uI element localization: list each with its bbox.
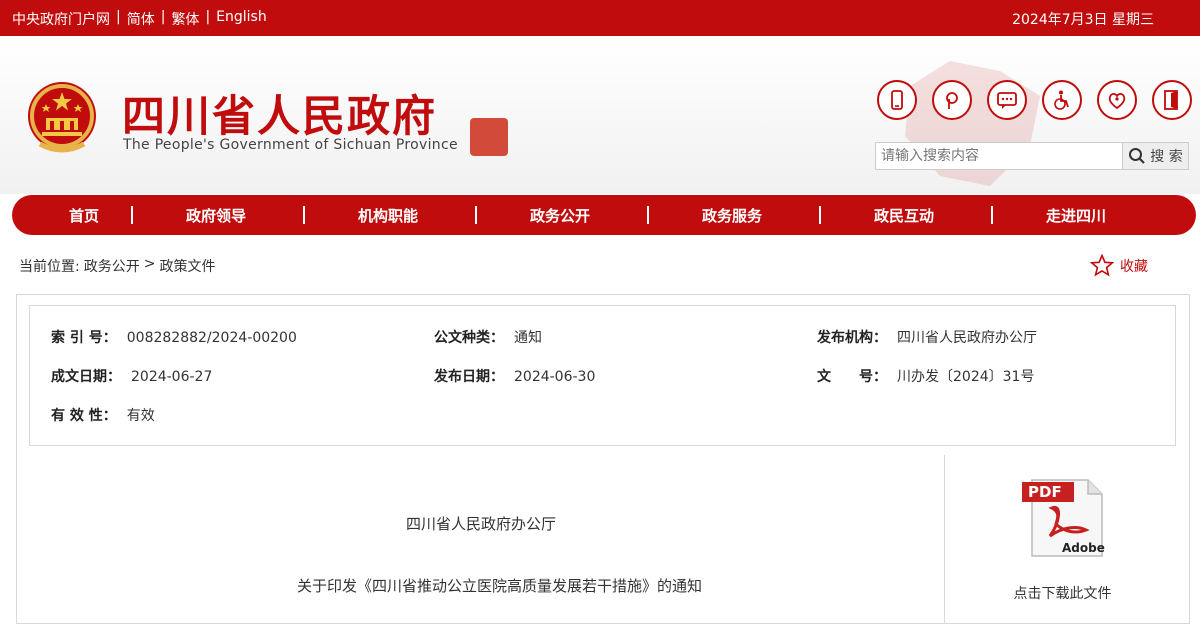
traditional-link[interactable]: 繁体: [171, 9, 199, 29]
meta-value: 通知: [514, 330, 542, 346]
document-metadata: 索 引 号： 008282882/2024-00200 公文种类： 通知 发布机构：…: [29, 305, 1176, 446]
top-bar: 中央政府门户网 | 简体 | 繁体 | English 2024年7月3日 星期…: [0, 0, 1200, 36]
sichuan-map-watermark: [905, 61, 1040, 186]
meta-value: 2024-06-27: [131, 369, 213, 385]
exit-door-icon[interactable]: [1152, 80, 1192, 120]
document-issuer: 四川省人民政府办公厅: [405, 515, 556, 533]
elderly-care-icon[interactable]: [1097, 80, 1137, 120]
meta-label: 有 效 性：: [51, 408, 117, 424]
nav-divider: [475, 206, 477, 224]
nav-interaction[interactable]: 政民互动: [874, 205, 934, 226]
meta-index-no: 索 引 号： 008282882/2024-00200: [51, 327, 297, 347]
search-input[interactable]: [876, 143, 1122, 169]
content-area: 索 引 号： 008282882/2024-00200 公文种类： 通知 发布机构：…: [16, 294, 1190, 624]
nav-divider: [819, 206, 821, 224]
meta-value: 有效: [126, 408, 155, 424]
nav-about-sichuan[interactable]: 走进四川: [1046, 205, 1106, 226]
breadcrumb-policy-docs[interactable]: 政策文件: [159, 256, 215, 276]
seal-stamp-icon: [470, 118, 508, 156]
meta-publisher: 发布机构： 四川省人民政府办公厅: [817, 327, 1037, 347]
pdf-label: PDF: [1028, 483, 1062, 501]
favorite-label: 收藏: [1120, 258, 1148, 275]
message-icon[interactable]: [987, 80, 1027, 120]
nav-divider: [131, 206, 133, 224]
search-icon: [1129, 148, 1146, 164]
nav-leaders[interactable]: 政府领导: [186, 205, 246, 226]
meta-label: 发布机构：: [817, 330, 887, 346]
simplified-link[interactable]: 简体: [127, 9, 155, 29]
nav-divider: [303, 206, 305, 224]
nav-gov-affairs[interactable]: 政务公开: [530, 205, 590, 226]
toolbar-icons: [877, 80, 1192, 120]
breadcrumb-prefix: 当前位置:: [19, 259, 80, 275]
current-date: 2024年7月3日 星期三: [1012, 12, 1154, 28]
document-title: 关于印发《四川省推动公立医院高质量发展若干措施》的通知: [296, 577, 702, 595]
pdf-file-icon[interactable]: PDF Adobe: [1022, 478, 1106, 558]
nav-services[interactable]: 政务服务: [702, 205, 762, 226]
meta-label: 索 引 号：: [51, 330, 117, 346]
meta-label: 成文日期：: [51, 369, 121, 385]
download-panel: PDF Adobe 点击下载此文件: [946, 455, 1189, 624]
nav-institutions[interactable]: 机构职能: [358, 205, 418, 226]
site-title[interactable]: 四川省人民政府: [122, 82, 437, 144]
search-button-label: 搜 索: [1150, 149, 1183, 165]
weibo-icon[interactable]: [932, 80, 972, 120]
separator: |: [116, 9, 121, 25]
meta-value: 008282882/2024-00200: [126, 330, 297, 346]
breadcrumb: 当前位置: 政务公开 > 政策文件: [19, 256, 215, 276]
breadcrumb-gov-affairs[interactable]: 政务公开: [84, 256, 140, 276]
nav-divider: [647, 206, 649, 224]
meta-value: 四川省人民政府办公厅: [897, 330, 1037, 346]
search-box: 搜 索: [875, 142, 1189, 170]
meta-label: 公文种类：: [434, 330, 504, 346]
meta-published-date: 发布日期： 2024-06-30: [434, 366, 595, 386]
site-header: 四川省人民政府 The People's Government of Sichu…: [0, 36, 1200, 194]
mobile-icon[interactable]: [877, 80, 917, 120]
main-nav: 首页 政府领导 机构职能 政务公开 政务服务 政民互动 走进四川: [12, 195, 1196, 235]
central-gov-link[interactable]: 中央政府门户网: [12, 9, 110, 29]
meta-doc-no: 文 号： 川办发〔2024〕31号: [817, 366, 1034, 386]
separator: |: [160, 9, 166, 25]
wheelchair-icon[interactable]: [1042, 80, 1082, 120]
nav-divider: [991, 206, 993, 224]
nav-home[interactable]: 首页: [69, 205, 99, 226]
national-emblem-icon: [28, 82, 96, 153]
adobe-label: Adobe: [1062, 541, 1105, 555]
meta-label: 发布日期：: [434, 369, 504, 385]
site-subtitle: The People's Government of Sichuan Provi…: [123, 137, 458, 153]
star-icon: [1090, 254, 1114, 277]
meta-value: 川办发〔2024〕31号: [897, 369, 1035, 385]
download-file-link[interactable]: 点击下载此文件: [946, 583, 1179, 603]
search-button[interactable]: 搜 索: [1122, 143, 1188, 169]
english-link[interactable]: English: [216, 9, 267, 29]
top-links: 中央政府门户网 | 简体 | 繁体 | English: [12, 9, 267, 29]
meta-doc-type: 公文种类： 通知: [434, 327, 542, 347]
meta-validity: 有 效 性： 有效: [51, 405, 155, 425]
favorite-button[interactable]: 收藏: [1090, 254, 1148, 277]
breadcrumb-separator: >: [143, 256, 156, 272]
document-body: 四川省人民政府办公厅 关于印发《四川省推动公立医院高质量发展若干措施》的通知: [17, 455, 945, 624]
separator: |: [205, 9, 211, 25]
meta-value: 2024-06-30: [514, 369, 596, 385]
meta-created-date: 成文日期： 2024-06-27: [51, 366, 212, 386]
meta-label: 文 号：: [817, 369, 887, 385]
